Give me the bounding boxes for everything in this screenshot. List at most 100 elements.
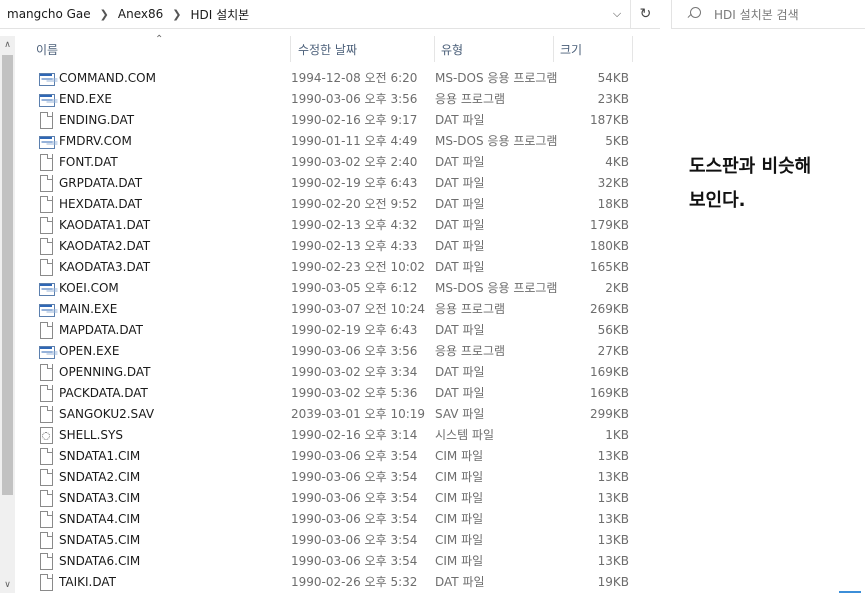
file-row[interactable]: SHELL.SYS 1990-02-16 오후 3:14 시스템 파일 1KB xyxy=(17,424,629,445)
chevron-right-icon[interactable]: ❯ xyxy=(166,8,187,21)
file-icon xyxy=(38,573,54,591)
breadcrumb-item-anex86[interactable]: Anex86 xyxy=(115,7,166,21)
file-icon xyxy=(38,510,54,528)
file-date: 1990-02-13 오후 4:33 xyxy=(291,239,418,253)
file-row[interactable]: FONT.DAT 1990-03-02 오후 2:40 DAT 파일 4KB xyxy=(17,151,629,172)
file-icon xyxy=(38,363,54,381)
file-type: CIM 파일 xyxy=(435,491,484,505)
file-size: 165KB xyxy=(589,259,629,274)
file-row[interactable]: KOEI.COM 1990-03-05 오후 6:12 MS-DOS 응용 프로… xyxy=(17,277,629,298)
file-size: 187KB xyxy=(589,112,629,127)
breadcrumb-item-mangcho-gae[interactable]: mangcho Gae xyxy=(4,7,94,21)
file-date: 1990-01-11 오후 4:49 xyxy=(291,134,418,148)
sort-ascending-icon: ⌃ xyxy=(155,34,164,45)
file-row[interactable]: SNDATA3.CIM 1990-03-06 오후 3:54 CIM 파일 13… xyxy=(17,487,629,508)
file-size: 2KB xyxy=(605,280,629,295)
file-row[interactable]: PACKDATA.DAT 1990-03-02 오후 5:36 DAT 파일 1… xyxy=(17,382,629,403)
annotation-text: 도스판과 비슷해 보인다. xyxy=(689,150,859,218)
file-name: KAODATA2.DAT xyxy=(59,238,151,253)
chevron-down-icon: ⌵ xyxy=(612,7,622,20)
file-row[interactable]: SNDATA4.CIM 1990-03-06 오후 3:54 CIM 파일 13… xyxy=(17,508,629,529)
column-header-row: 이름 ⌃ 수정한 날짜 유형 크기 xyxy=(17,34,633,62)
search-box[interactable]: HDI 설치본 검색 xyxy=(671,0,865,29)
file-row[interactable]: SNDATA2.CIM 1990-03-06 오후 3:54 CIM 파일 13… xyxy=(17,466,629,487)
column-header-name[interactable]: 이름 ⌃ xyxy=(17,34,291,62)
file-size: 13KB xyxy=(597,553,629,568)
file-name: FONT.DAT xyxy=(59,154,118,169)
file-name: HEXDATA.DAT xyxy=(59,196,142,211)
file-icon xyxy=(38,216,54,234)
file-size: 169KB xyxy=(589,364,629,379)
breadcrumb-item-current-folder[interactable]: HDI 설치본 xyxy=(187,6,252,23)
scroll-down-arrow-icon[interactable]: ∨ xyxy=(0,576,15,593)
file-size: 13KB xyxy=(597,490,629,505)
file-row[interactable]: TAIKI.DAT 1990-02-26 오후 5:32 DAT 파일 19KB xyxy=(17,571,629,592)
file-name: KOEI.COM xyxy=(59,280,119,295)
file-row[interactable]: OPEN.EXE 1990-03-06 오후 3:56 응용 프로그램 27KB xyxy=(17,340,629,361)
file-date: 1990-03-06 오후 3:56 xyxy=(291,92,418,106)
file-size: 169KB xyxy=(589,385,629,400)
file-row[interactable]: KAODATA1.DAT 1990-02-13 오후 4:32 DAT 파일 1… xyxy=(17,214,629,235)
file-row[interactable]: SNDATA1.CIM 1990-03-06 오후 3:54 CIM 파일 13… xyxy=(17,445,629,466)
file-row[interactable]: SANGOKU2.SAV 2039-03-01 오후 10:19 SAV 파일 … xyxy=(17,403,629,424)
column-header-size-label: 크기 xyxy=(560,42,583,57)
file-row[interactable]: MAIN.EXE 1990-03-07 오전 10:24 응용 프로그램 269… xyxy=(17,298,629,319)
app-icon xyxy=(38,91,55,107)
file-name: KAODATA1.DAT xyxy=(59,217,151,232)
file-type: DAT 파일 xyxy=(435,197,485,211)
file-row[interactable]: ENDING.DAT 1990-02-16 오후 9:17 DAT 파일 187… xyxy=(17,109,629,130)
file-date: 1990-03-02 오후 2:40 xyxy=(291,155,418,169)
vertical-scrollbar[interactable]: ∧ ∨ xyxy=(0,36,15,593)
file-name: MAPDATA.DAT xyxy=(59,322,143,337)
file-name: TAIKI.DAT xyxy=(59,574,117,589)
file-icon xyxy=(38,174,54,192)
file-date: 1990-03-06 오후 3:54 xyxy=(291,554,418,568)
file-name: COMMAND.COM xyxy=(59,70,156,85)
file-date: 1990-02-13 오후 4:32 xyxy=(291,218,418,232)
file-row[interactable]: SNDATA5.CIM 1990-03-06 오후 3:54 CIM 파일 13… xyxy=(17,529,629,550)
file-type: DAT 파일 xyxy=(435,365,485,379)
chevron-right-icon[interactable]: ❯ xyxy=(94,8,115,21)
column-header-date[interactable]: 수정한 날짜 xyxy=(291,36,435,62)
app-icon xyxy=(38,343,55,359)
column-header-size[interactable]: 크기 xyxy=(554,36,633,62)
file-row[interactable]: OPENNING.DAT 1990-03-02 오후 3:34 DAT 파일 1… xyxy=(17,361,629,382)
file-size: 1KB xyxy=(605,427,629,442)
file-type: CIM 파일 xyxy=(435,533,484,547)
file-row[interactable]: COMMAND.COM 1994-12-08 오전 6:20 MS-DOS 응용… xyxy=(17,67,629,88)
file-row[interactable]: KAODATA3.DAT 1990-02-23 오전 10:02 DAT 파일 … xyxy=(17,256,629,277)
file-size: 18KB xyxy=(597,196,629,211)
address-bar[interactable]: mangcho Gae ❯ Anex86 ❯ HDI 설치본 ⌵ ↻ xyxy=(0,0,660,29)
file-size: 56KB xyxy=(597,322,629,337)
file-name: SNDATA2.CIM xyxy=(59,469,141,484)
file-type: MS-DOS 응용 프로그램 xyxy=(435,281,558,295)
file-date: 1990-03-02 오후 5:36 xyxy=(291,386,418,400)
file-type: DAT 파일 xyxy=(435,260,485,274)
file-icon xyxy=(38,111,54,129)
file-date: 1990-02-19 오후 6:43 xyxy=(291,323,418,337)
file-name: GRPDATA.DAT xyxy=(59,175,143,190)
file-type: MS-DOS 응용 프로그램 xyxy=(435,134,558,148)
column-header-type[interactable]: 유형 xyxy=(435,36,554,62)
file-icon xyxy=(38,321,54,339)
file-date: 1990-03-06 오후 3:54 xyxy=(291,449,418,463)
file-row[interactable]: SNDATA6.CIM 1990-03-06 오후 3:54 CIM 파일 13… xyxy=(17,550,629,571)
file-row[interactable]: END.EXE 1990-03-06 오후 3:56 응용 프로그램 23KB xyxy=(17,88,629,109)
file-row[interactable]: FMDRV.COM 1990-01-11 오후 4:49 MS-DOS 응용 프… xyxy=(17,130,629,151)
refresh-icon: ↻ xyxy=(639,6,652,22)
file-type: CIM 파일 xyxy=(435,449,484,463)
file-row[interactable]: HEXDATA.DAT 1990-02-20 오전 9:52 DAT 파일 18… xyxy=(17,193,629,214)
file-name: SNDATA3.CIM xyxy=(59,490,141,505)
file-row[interactable]: GRPDATA.DAT 1990-02-19 오후 6:43 DAT 파일 32… xyxy=(17,172,629,193)
scrollbar-thumb[interactable] xyxy=(2,55,13,495)
file-name: ENDING.DAT xyxy=(59,112,135,127)
file-row[interactable]: KAODATA2.DAT 1990-02-13 오후 4:33 DAT 파일 1… xyxy=(17,235,629,256)
refresh-button[interactable]: ↻ xyxy=(630,0,660,28)
file-row[interactable]: MAPDATA.DAT 1990-02-19 오후 6:43 DAT 파일 56… xyxy=(17,319,629,340)
file-type: DAT 파일 xyxy=(435,218,485,232)
search-input[interactable]: HDI 설치본 검색 xyxy=(714,6,799,23)
file-date: 2039-03-01 오후 10:19 xyxy=(291,407,426,421)
scroll-up-arrow-icon[interactable]: ∧ xyxy=(0,36,15,53)
file-type: CIM 파일 xyxy=(435,554,484,568)
address-history-button[interactable]: ⌵ xyxy=(604,0,630,28)
